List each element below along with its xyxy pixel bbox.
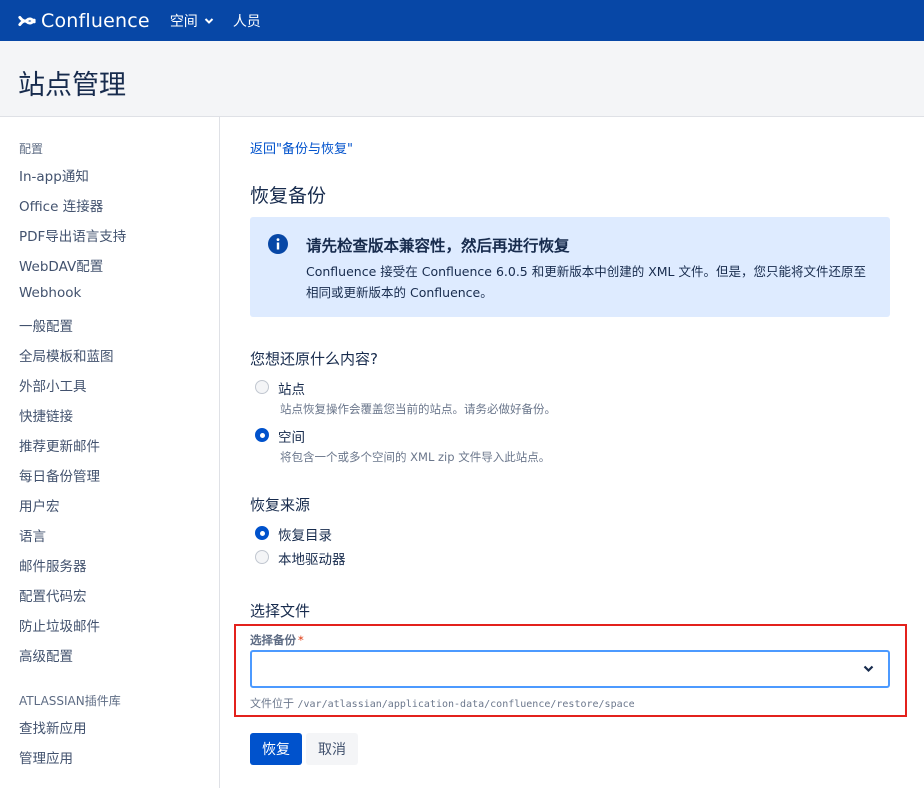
chevron-down-icon xyxy=(863,665,874,673)
radio-local-drive[interactable] xyxy=(255,550,269,564)
sidebar-item-find-apps[interactable]: 查找新应用 xyxy=(19,717,87,737)
sidebar-item-external-gadgets[interactable]: 外部小工具 xyxy=(19,375,87,395)
radio-space[interactable] xyxy=(255,428,269,442)
radio-restore-directory[interactable] xyxy=(255,526,269,540)
sidebar-item-languages[interactable]: 语言 xyxy=(19,525,46,545)
sidebar-item-daily-backup[interactable]: 每日备份管理 xyxy=(19,465,100,485)
radio-space-label[interactable]: 空间 xyxy=(278,426,305,446)
restore-what-title: 您想还原什么内容? xyxy=(250,350,378,368)
sidebar-item-webhook[interactable]: Webhook xyxy=(19,285,81,301)
radio-site-label[interactable]: 站点 xyxy=(278,378,305,398)
sidebar-item-code-macro[interactable]: 配置代码宏 xyxy=(19,585,87,605)
restore-button[interactable]: 恢复 xyxy=(250,733,302,765)
nav-people-label: 人员 xyxy=(232,13,261,30)
info-body: Confluence 接受在 Confluence 6.0.5 和更新版本中创建… xyxy=(306,264,866,300)
sidebar-item-shortcut-links[interactable]: 快捷链接 xyxy=(19,405,73,425)
admin-sidebar: 配置 In-app通知 Office 连接器 PDF导出语言支持 WebDAV配… xyxy=(0,117,220,788)
select-backup-label-text: 选择备份 xyxy=(250,633,296,647)
top-navigation-bar: Confluence 空间 人员 xyxy=(0,0,924,41)
choose-file-title: 选择文件 xyxy=(250,602,311,620)
sidebar-heading-plugins: ATLASSIAN插件库 xyxy=(19,694,121,708)
cancel-button[interactable]: 取消 xyxy=(306,733,358,765)
sidebar-item-user-macros[interactable]: 用户宏 xyxy=(19,495,60,515)
section-title: 恢复备份 xyxy=(250,185,327,207)
info-title: 请先检查版本兼容性，然后再进行恢复 xyxy=(306,237,570,255)
file-location-path: /var/atlassian/application-data/confluen… xyxy=(297,699,635,710)
sidebar-item-mail-servers[interactable]: 邮件服务器 xyxy=(19,555,87,575)
radio-restore-directory-label[interactable]: 恢复目录 xyxy=(278,524,332,544)
select-backup-label: 选择备份 * xyxy=(250,632,304,648)
page-title: 站点管理 xyxy=(18,70,126,101)
radio-local-drive-label[interactable]: 本地驱动器 xyxy=(278,548,346,568)
nav-people[interactable]: 人员 xyxy=(233,11,261,31)
info-icon xyxy=(268,234,288,254)
select-backup-dropdown[interactable] xyxy=(250,650,890,688)
restore-source-title: 恢复来源 xyxy=(250,496,311,514)
nav-spaces-dropdown[interactable]: 空间 xyxy=(170,11,214,31)
required-mark: * xyxy=(298,633,304,647)
sidebar-item-webdav[interactable]: WebDAV配置 xyxy=(19,255,103,275)
info-message: 请先检查版本兼容性，然后再进行恢复 Confluence 接受在 Conflue… xyxy=(250,217,890,317)
nav-spaces-label: 空间 xyxy=(169,13,198,30)
sidebar-item-manage-apps[interactable]: 管理应用 xyxy=(19,747,73,767)
radio-site-description: 站点恢复操作会覆盖您当前的站点。请务必做好备份。 xyxy=(280,402,556,416)
back-to-backup-restore-link[interactable]: 返回"备份与恢复" xyxy=(250,138,353,157)
sidebar-item-pdf-export-language[interactable]: PDF导出语言支持 xyxy=(19,225,126,245)
sidebar-item-global-templates[interactable]: 全局模板和蓝图 xyxy=(19,345,114,365)
sidebar-item-recommended-updates[interactable]: 推荐更新邮件 xyxy=(19,435,100,455)
page-header: 站点管理 xyxy=(0,41,924,117)
sidebar-heading-config: 配置 xyxy=(19,142,44,156)
sidebar-item-office-connector[interactable]: Office 连接器 xyxy=(19,195,103,215)
chevron-down-icon xyxy=(204,17,214,24)
sidebar-item-advanced-config[interactable]: 高级配置 xyxy=(19,645,73,665)
confluence-logo[interactable]: Confluence xyxy=(18,10,150,32)
radio-site[interactable] xyxy=(255,380,269,394)
logo-text: Confluence xyxy=(41,9,150,32)
confluence-logo-icon xyxy=(18,15,36,26)
sidebar-item-general-config[interactable]: 一般配置 xyxy=(19,315,73,335)
radio-space-description: 将包含一个或多个空间的 XML zip 文件导入此站点。 xyxy=(280,450,551,464)
sidebar-item-spam-prevention[interactable]: 防止垃圾邮件 xyxy=(19,615,100,635)
file-location-help: 文件位于 /var/atlassian/application-data/con… xyxy=(250,695,635,711)
file-location-prefix: 文件位于 xyxy=(250,697,294,710)
sidebar-item-in-app-notifications[interactable]: In-app通知 xyxy=(19,165,89,185)
